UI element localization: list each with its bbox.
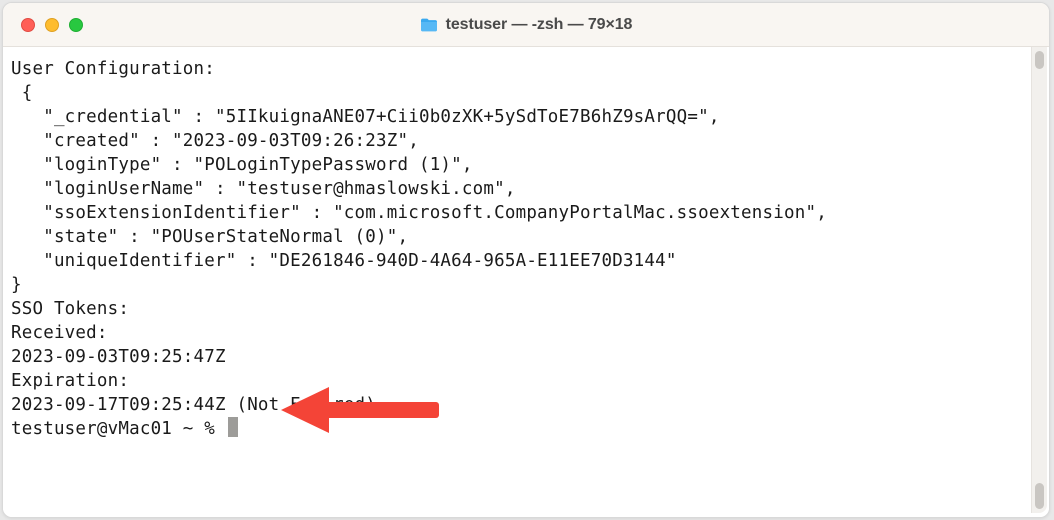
minimize-button[interactable]	[45, 18, 59, 32]
folder-icon	[420, 17, 438, 33]
title-center: testuser — -zsh — 79×18	[3, 16, 1049, 34]
output-line: 2023-09-17T09:25:44Z (Not Expired)	[11, 393, 1041, 417]
output-line: {	[11, 81, 1041, 105]
output-line: "_credential" : "5IIkuignaANE07+Cii0b0zX…	[11, 105, 1041, 129]
output-line: "uniqueIdentifier" : "DE261846-940D-4A64…	[11, 249, 1041, 273]
output-line: "ssoExtensionIdentifier" : "com.microsof…	[11, 201, 1041, 225]
output-line: Received:	[11, 321, 1041, 345]
output-line: Expiration:	[11, 369, 1041, 393]
output-line: "loginUserName" : "testuser@hmaslowski.c…	[11, 177, 1041, 201]
close-button[interactable]	[21, 18, 35, 32]
window-title: testuser — -zsh — 79×18	[446, 16, 633, 34]
terminal-body[interactable]: User Configuration: { "_credential" : "5…	[3, 47, 1049, 517]
maximize-button[interactable]	[69, 18, 83, 32]
output-line: "created" : "2023-09-03T09:26:23Z",	[11, 129, 1041, 153]
cursor	[228, 417, 238, 437]
scrollbar-thumb-bottom[interactable]	[1035, 483, 1044, 509]
window-titlebar[interactable]: testuser — -zsh — 79×18	[3, 3, 1049, 47]
output-line: SSO Tokens:	[11, 297, 1041, 321]
prompt-line[interactable]: testuser@vMac01 ~ %	[11, 417, 1041, 441]
output-line: "state" : "POUserStateNormal (0)",	[11, 225, 1041, 249]
scrollbar-thumb-top[interactable]	[1035, 51, 1044, 69]
output-line: }	[11, 273, 1041, 297]
output-line: User Configuration:	[11, 57, 1041, 81]
terminal-window: testuser — -zsh — 79×18 User Configurati…	[2, 2, 1050, 518]
prompt-text: testuser@vMac01 ~ %	[11, 419, 226, 439]
terminal-output: User Configuration: { "_credential" : "5…	[3, 47, 1049, 451]
output-line: "loginType" : "POLoginTypePassword (1)",	[11, 153, 1041, 177]
output-line: 2023-09-03T09:25:47Z	[11, 345, 1041, 369]
scrollbar-track[interactable]	[1031, 47, 1047, 513]
window-controls	[3, 18, 83, 32]
